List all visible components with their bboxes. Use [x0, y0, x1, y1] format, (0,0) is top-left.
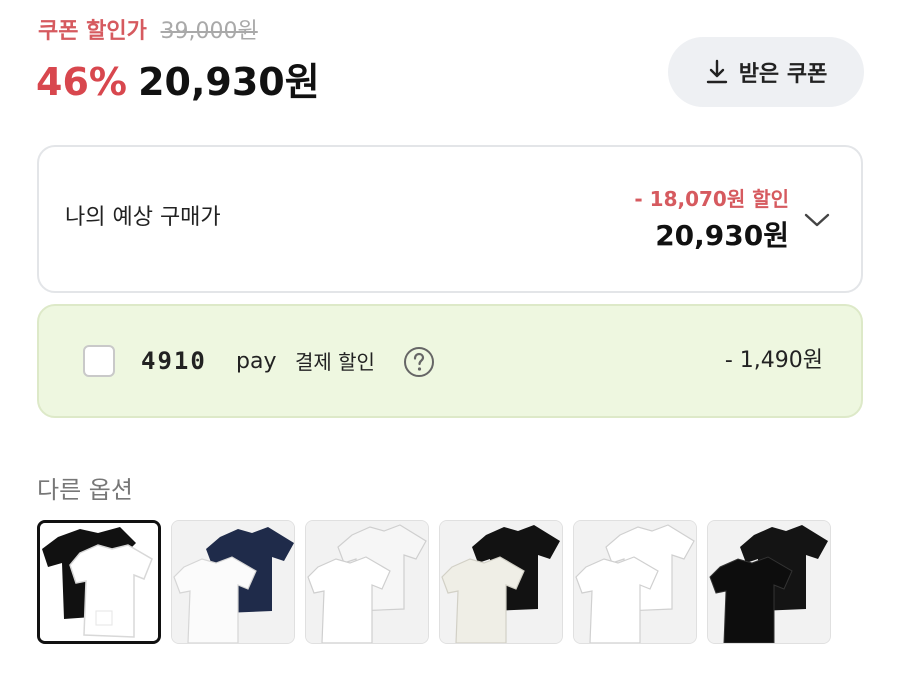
- pay-discount-amount: - 1,490원: [724, 348, 823, 373]
- other-options-title: 다른 옵션: [37, 476, 133, 504]
- expected-discount: - 18,070원 할인: [634, 187, 789, 211]
- pay-discount-box: 4910 pay 결제 할인 - 1,490원: [37, 304, 863, 418]
- product-price-panel: 쿠폰 할인가 39,000원 46% 20,930원 받은 쿠폰 나의 예상 구…: [0, 0, 900, 677]
- tshirt-image: [574, 521, 696, 643]
- other-options-list: [37, 520, 831, 644]
- tshirt-image: [172, 521, 294, 643]
- received-coupon-button[interactable]: 받은 쿠폰: [668, 37, 864, 107]
- pay-discount-checkbox[interactable]: [83, 345, 115, 377]
- chevron-down-icon[interactable]: [803, 211, 831, 229]
- option-thumb-2[interactable]: [171, 520, 295, 644]
- expected-price-label: 나의 예상 구매가: [65, 205, 221, 230]
- help-icon[interactable]: [403, 346, 435, 378]
- final-price: 20,930원: [138, 60, 320, 104]
- coupon-price-line: 쿠폰 할인가 39,000원: [38, 16, 258, 48]
- expected-price-box[interactable]: 나의 예상 구매가 - 18,070원 할인 20,930원: [37, 145, 863, 293]
- option-thumb-1[interactable]: [37, 520, 161, 644]
- tshirt-image: [40, 523, 158, 641]
- tshirt-image: [708, 521, 830, 643]
- download-icon: [706, 59, 727, 84]
- option-thumb-6[interactable]: [707, 520, 831, 644]
- option-thumb-4[interactable]: [439, 520, 563, 644]
- original-price: 39,000원: [160, 19, 258, 44]
- price-line: 46% 20,930원: [36, 54, 320, 118]
- expected-price: 20,930원: [655, 219, 789, 252]
- pay-brand-logo: 4910: [141, 347, 207, 375]
- pay-brand-word: pay: [236, 349, 277, 374]
- tshirt-image: [440, 521, 562, 643]
- received-coupon-label: 받은 쿠폰: [738, 62, 828, 87]
- coupon-price-label: 쿠폰 할인가: [38, 19, 147, 44]
- option-thumb-3[interactable]: [305, 520, 429, 644]
- tshirt-image: [306, 521, 428, 643]
- discount-rate: 46%: [36, 60, 127, 104]
- option-thumb-5[interactable]: [573, 520, 697, 644]
- pay-discount-label: 결제 할인: [295, 350, 375, 374]
